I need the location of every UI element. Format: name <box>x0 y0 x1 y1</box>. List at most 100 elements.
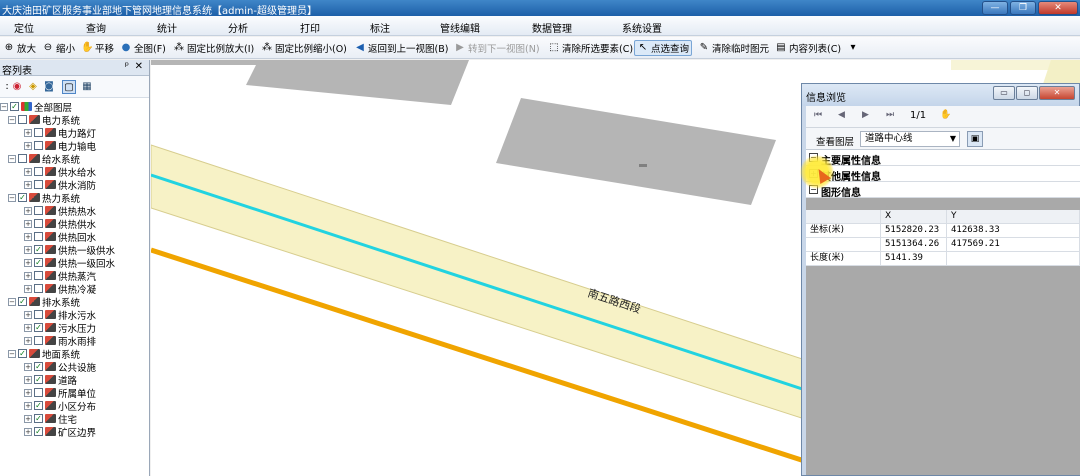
section-main-attributes[interactable]: − 主要属性信息 <box>806 150 1080 167</box>
expand-icon[interactable]: + <box>24 245 32 254</box>
layer-item[interactable]: + 供热供水 <box>24 217 96 231</box>
layer-item[interactable]: + 供水消防 <box>24 178 96 192</box>
collapse-icon[interactable]: − <box>8 115 16 124</box>
layer-checkbox[interactable] <box>18 115 27 124</box>
hand-icon[interactable]: ✋ <box>940 110 951 120</box>
layer-item[interactable]: + ✓ 矿区边界 <box>24 425 96 439</box>
menu-query[interactable]: 查询 <box>86 20 106 35</box>
expand-icon[interactable]: + <box>24 141 32 150</box>
menu-locate[interactable]: 定位 <box>14 20 34 35</box>
section-geometry[interactable]: − 图形信息 <box>806 182 1080 199</box>
layer-item[interactable]: + 供热冷凝 <box>24 282 96 296</box>
fixed-zoom-out-button[interactable]: ⁂ 固定比例缩小(O) <box>259 40 349 56</box>
layer-checkbox[interactable] <box>34 180 43 189</box>
expand-icon[interactable]: + <box>24 323 32 332</box>
expand-icon[interactable]: + <box>24 206 32 215</box>
table-view-icon[interactable]: ▦ <box>80 80 94 94</box>
info-maximize-button[interactable]: ◻ <box>1016 86 1038 100</box>
layer-item[interactable]: + 所属单位 <box>24 386 96 400</box>
layer-checkbox[interactable] <box>34 310 43 319</box>
layer-item[interactable]: + ✓ 污水压力 <box>24 321 96 335</box>
layer-item[interactable]: + ✓ 供热一级回水 <box>24 256 115 270</box>
info-minimize-button[interactable]: ▭ <box>993 86 1015 100</box>
zoom-in-button[interactable]: ⊕ 放大 <box>1 40 38 56</box>
layer-checkbox[interactable]: ✓ <box>34 258 43 267</box>
view-mode-icon[interactable]: ▢ <box>62 80 76 94</box>
layer-checkbox[interactable] <box>34 271 43 280</box>
section-other-attributes[interactable]: + 其他属性信息 <box>806 166 1080 183</box>
expand-icon[interactable]: + <box>24 336 32 345</box>
expand-icon[interactable]: + <box>24 362 32 371</box>
layer-item[interactable]: + 排水污水 <box>24 308 96 322</box>
expand-icon[interactable]: + <box>24 310 32 319</box>
close-button[interactable]: ✕ <box>1038 1 1078 15</box>
layer-item[interactable]: + 电力路灯 <box>24 126 96 140</box>
menu-system-settings[interactable]: 系统设置 <box>622 20 662 35</box>
previous-view-button[interactable]: ◀ 返回到上一视图(B) <box>352 40 450 56</box>
layer-checkbox[interactable] <box>34 219 43 228</box>
expand-icon[interactable]: + <box>24 401 32 410</box>
menu-print[interactable]: 打印 <box>300 20 320 35</box>
layer-add-icon[interactable]: ◉ <box>10 80 24 94</box>
expand-icon[interactable]: + <box>24 180 32 189</box>
menu-analysis[interactable]: 分析 <box>228 20 248 35</box>
layer-item[interactable]: + 雨水雨排 <box>24 334 96 348</box>
layer-group[interactable]: − ✓ 地面系统 <box>8 347 80 361</box>
layer-checkbox[interactable]: ✓ <box>18 349 27 358</box>
menu-annotate[interactable]: 标注 <box>370 20 390 35</box>
layer-select[interactable]: 道路中心线 ▼ <box>860 131 960 147</box>
next-record-icon[interactable]: ▶ <box>862 110 869 120</box>
zoom-out-button[interactable]: ⊖ 缩小 <box>40 40 77 56</box>
layer-checkbox[interactable] <box>18 154 27 163</box>
menu-pipe-edit[interactable]: 管线编辑 <box>440 20 480 35</box>
expand-icon[interactable]: + <box>24 414 32 423</box>
expand-icon[interactable]: + <box>24 219 32 228</box>
point-query-button[interactable]: ↖ 点选查询 <box>634 40 693 56</box>
expand-icon[interactable]: + <box>24 427 32 436</box>
prev-record-icon[interactable]: ◀ <box>838 110 845 120</box>
next-view-button[interactable]: ▶ 转到下一视图(N) <box>452 40 542 56</box>
expand-icon[interactable]: + <box>24 232 32 241</box>
layer-checkbox[interactable] <box>34 336 43 345</box>
first-record-icon[interactable]: ⏮ <box>814 110 822 120</box>
expand-icon[interactable]: + <box>24 388 32 397</box>
expand-icon[interactable]: + <box>24 258 32 267</box>
maximize-button[interactable]: ❐ <box>1010 1 1036 15</box>
collapse-icon[interactable]: − <box>0 102 8 111</box>
minimize-button[interactable]: — <box>982 1 1008 15</box>
toolbar-overflow-button[interactable]: ▾ <box>845 40 863 56</box>
expand-icon[interactable]: + <box>24 167 32 176</box>
layer-item[interactable]: + ✓ 公共设施 <box>24 360 96 374</box>
layer-detail-icon[interactable]: ▣ <box>967 131 983 147</box>
expand-icon[interactable]: + <box>24 128 32 137</box>
layer-stack-icon[interactable]: ◈ <box>26 80 40 94</box>
fixed-zoom-in-button[interactable]: ⁂ 固定比例放大(I) <box>171 40 256 56</box>
layer-checkbox[interactable] <box>34 232 43 241</box>
layer-remove-icon[interactable]: ◙ <box>42 80 56 94</box>
layer-checkbox[interactable] <box>34 167 43 176</box>
layer-checkbox[interactable]: ✓ <box>18 193 27 202</box>
layer-item[interactable]: + ✓ 道路 <box>24 373 77 387</box>
layer-item[interactable]: + ✓ 住宅 <box>24 412 77 426</box>
collapse-icon[interactable]: − <box>8 193 16 202</box>
layer-checkbox[interactable]: ✓ <box>34 362 43 371</box>
collapse-icon[interactable]: − <box>8 349 16 358</box>
layer-item[interactable]: + ✓ 小区分布 <box>24 399 96 413</box>
content-list-button[interactable]: ▤ 内容列表(C) <box>773 40 843 56</box>
menu-data-management[interactable]: 数据管理 <box>532 20 572 35</box>
layer-checkbox[interactable]: ✓ <box>34 414 43 423</box>
layer-checkbox[interactable]: ✓ <box>34 427 43 436</box>
menu-statistics[interactable]: 统计 <box>157 20 177 35</box>
layer-checkbox[interactable] <box>34 206 43 215</box>
layer-checkbox[interactable] <box>34 388 43 397</box>
layer-checkbox[interactable]: ✓ <box>34 245 43 254</box>
layer-group[interactable]: − 给水系统 <box>8 152 80 166</box>
pin-icon[interactable]: ᵖ <box>125 61 129 72</box>
layer-checkbox[interactable]: ✓ <box>34 401 43 410</box>
layer-item[interactable]: + 电力输电 <box>24 139 96 153</box>
layer-checkbox[interactable] <box>34 141 43 150</box>
layer-checkbox[interactable]: ✓ <box>34 375 43 384</box>
layer-item[interactable]: + 供热回水 <box>24 230 96 244</box>
layer-checkbox[interactable] <box>34 128 43 137</box>
layer-group[interactable]: − ✓ 排水系统 <box>8 295 80 309</box>
